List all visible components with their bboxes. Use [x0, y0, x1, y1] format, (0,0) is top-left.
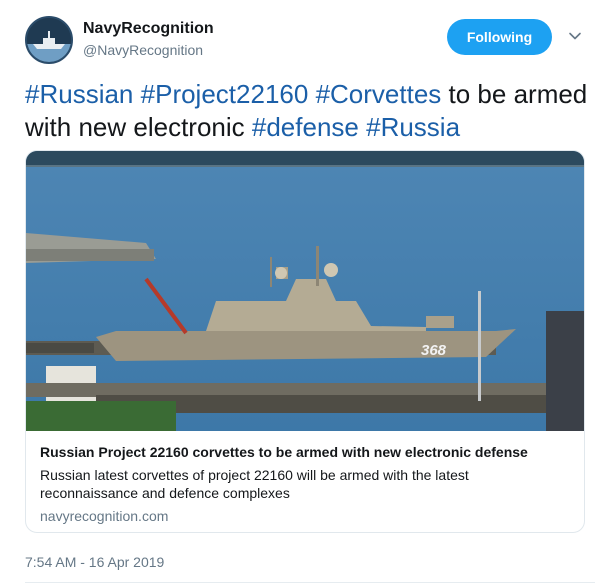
hashtag-link[interactable]: #Corvettes [316, 79, 442, 109]
corvette-photo: 368 [26, 151, 584, 431]
navy-ship-logo-icon [27, 18, 71, 62]
tweet-text-segment [133, 79, 140, 109]
tweet-text-segment [308, 79, 315, 109]
tweet-text: #Russian #Project22160 #Corvettes to be … [25, 78, 595, 144]
hashtag-link[interactable]: #defense [252, 112, 359, 142]
card-title[interactable]: Russian Project 22160 corvettes to be ar… [40, 443, 570, 461]
hull-number: 368 [421, 342, 447, 359]
chevron-down-icon[interactable] [568, 29, 582, 43]
avatar[interactable] [25, 16, 73, 64]
hashtag-link[interactable]: #Russian [25, 79, 133, 109]
card-domain[interactable]: navyrecognition.com [40, 508, 570, 524]
link-card[interactable]: 368 Russian Project 22160 corvettes to b… [25, 150, 585, 533]
tweet-header: NavyRecognition @NavyRecognition Followi… [25, 16, 595, 64]
divider [25, 582, 595, 583]
hashtag-link[interactable]: #Russia [366, 112, 460, 142]
hashtag-link[interactable]: #Project22160 [141, 79, 309, 109]
account-handle[interactable]: @NavyRecognition [83, 42, 203, 58]
display-name[interactable]: NavyRecognition [83, 20, 214, 38]
tweet-timestamp[interactable]: 7:54 AM - 16 Apr 2019 [25, 554, 164, 570]
card-body: Russian Project 22160 corvettes to be ar… [40, 443, 570, 524]
following-button[interactable]: Following [447, 19, 552, 55]
card-description: Russian latest corvettes of project 2216… [40, 467, 469, 501]
